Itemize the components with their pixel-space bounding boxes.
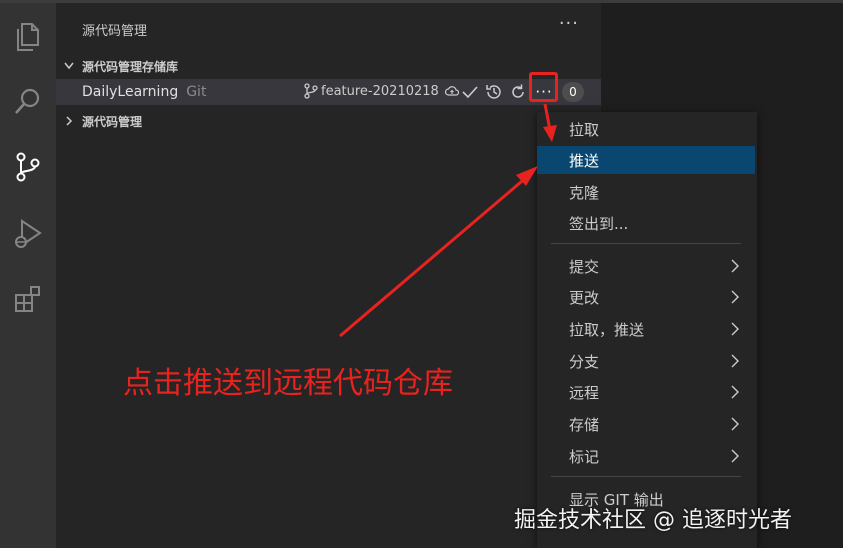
- panel-more-actions-button[interactable]: ···: [559, 13, 579, 34]
- branch-icon: [304, 83, 318, 99]
- chevron-right-icon: [731, 290, 739, 304]
- context-menu: 拉取 推送 克隆 签出到... 提交 更改 拉取，推送 分支 远程 存储 标记 …: [537, 112, 757, 548]
- branch-picker[interactable]: feature-20210218: [304, 83, 459, 99]
- menu-item-changes[interactable]: 更改: [537, 283, 755, 311]
- extensions-icon[interactable]: [8, 279, 48, 319]
- chevron-right-icon: [731, 449, 739, 463]
- menu-item-pull[interactable]: 拉取: [537, 115, 755, 143]
- watermark-text: 掘金技术社区 @ 追逐时光者: [514, 508, 792, 533]
- menu-item-remote[interactable]: 远程: [537, 378, 755, 406]
- chevron-right-icon: [731, 417, 739, 431]
- menu-item-commit[interactable]: 提交: [537, 252, 755, 280]
- menu-item-pull-push[interactable]: 拉取，推送: [537, 315, 755, 343]
- menu-separator: [551, 476, 741, 477]
- chevron-right-icon: [731, 322, 739, 336]
- search-icon[interactable]: [8, 81, 48, 121]
- branch-name: feature-20210218: [321, 83, 439, 99]
- chevron-right-icon: [731, 385, 739, 399]
- menu-item-clone[interactable]: 克隆: [537, 178, 755, 206]
- repository-row[interactable]: DailyLearning Git feature-20210218 ··· 0: [56, 79, 601, 105]
- menu-item-checkout[interactable]: 签出到...: [537, 209, 755, 237]
- repositories-section-header[interactable]: 源代码管理存储库: [56, 55, 601, 77]
- menu-item-branch[interactable]: 分支: [537, 347, 755, 375]
- repository-name: DailyLearning: [82, 84, 179, 100]
- run-debug-icon[interactable]: [8, 213, 48, 253]
- cloud-publish-icon: [444, 86, 459, 96]
- commit-check-icon[interactable]: [460, 82, 480, 102]
- panel-title: 源代码管理: [82, 24, 148, 39]
- repositories-section-label: 源代码管理存储库: [82, 59, 179, 74]
- activity-bar: [0, 0, 56, 548]
- more-button-highlight: [529, 72, 558, 102]
- chevron-right-icon: [62, 116, 76, 126]
- menu-separator: [551, 243, 741, 244]
- scm-section-label: 源代码管理: [82, 114, 143, 129]
- history-icon[interactable]: [484, 82, 504, 102]
- annotation-text: 点击推送到远程代码仓库: [123, 366, 453, 401]
- repository-type: Git: [186, 84, 207, 100]
- changes-count-badge: 0: [562, 82, 584, 102]
- chevron-right-icon: [731, 354, 739, 368]
- source-control-panel: 源代码管理 ··· 源代码管理存储库 DailyLearning Git fea…: [56, 0, 601, 548]
- refresh-icon[interactable]: [508, 82, 528, 102]
- source-control-icon[interactable]: [8, 147, 48, 187]
- menu-item-push[interactable]: 推送: [537, 146, 755, 174]
- chevron-right-icon: [731, 259, 739, 273]
- explorer-icon[interactable]: [8, 17, 48, 57]
- scm-section-header[interactable]: 源代码管理: [56, 110, 601, 132]
- menu-item-tags[interactable]: 标记: [537, 442, 755, 470]
- menu-item-stash[interactable]: 存储: [537, 410, 755, 438]
- chevron-down-icon: [62, 62, 76, 70]
